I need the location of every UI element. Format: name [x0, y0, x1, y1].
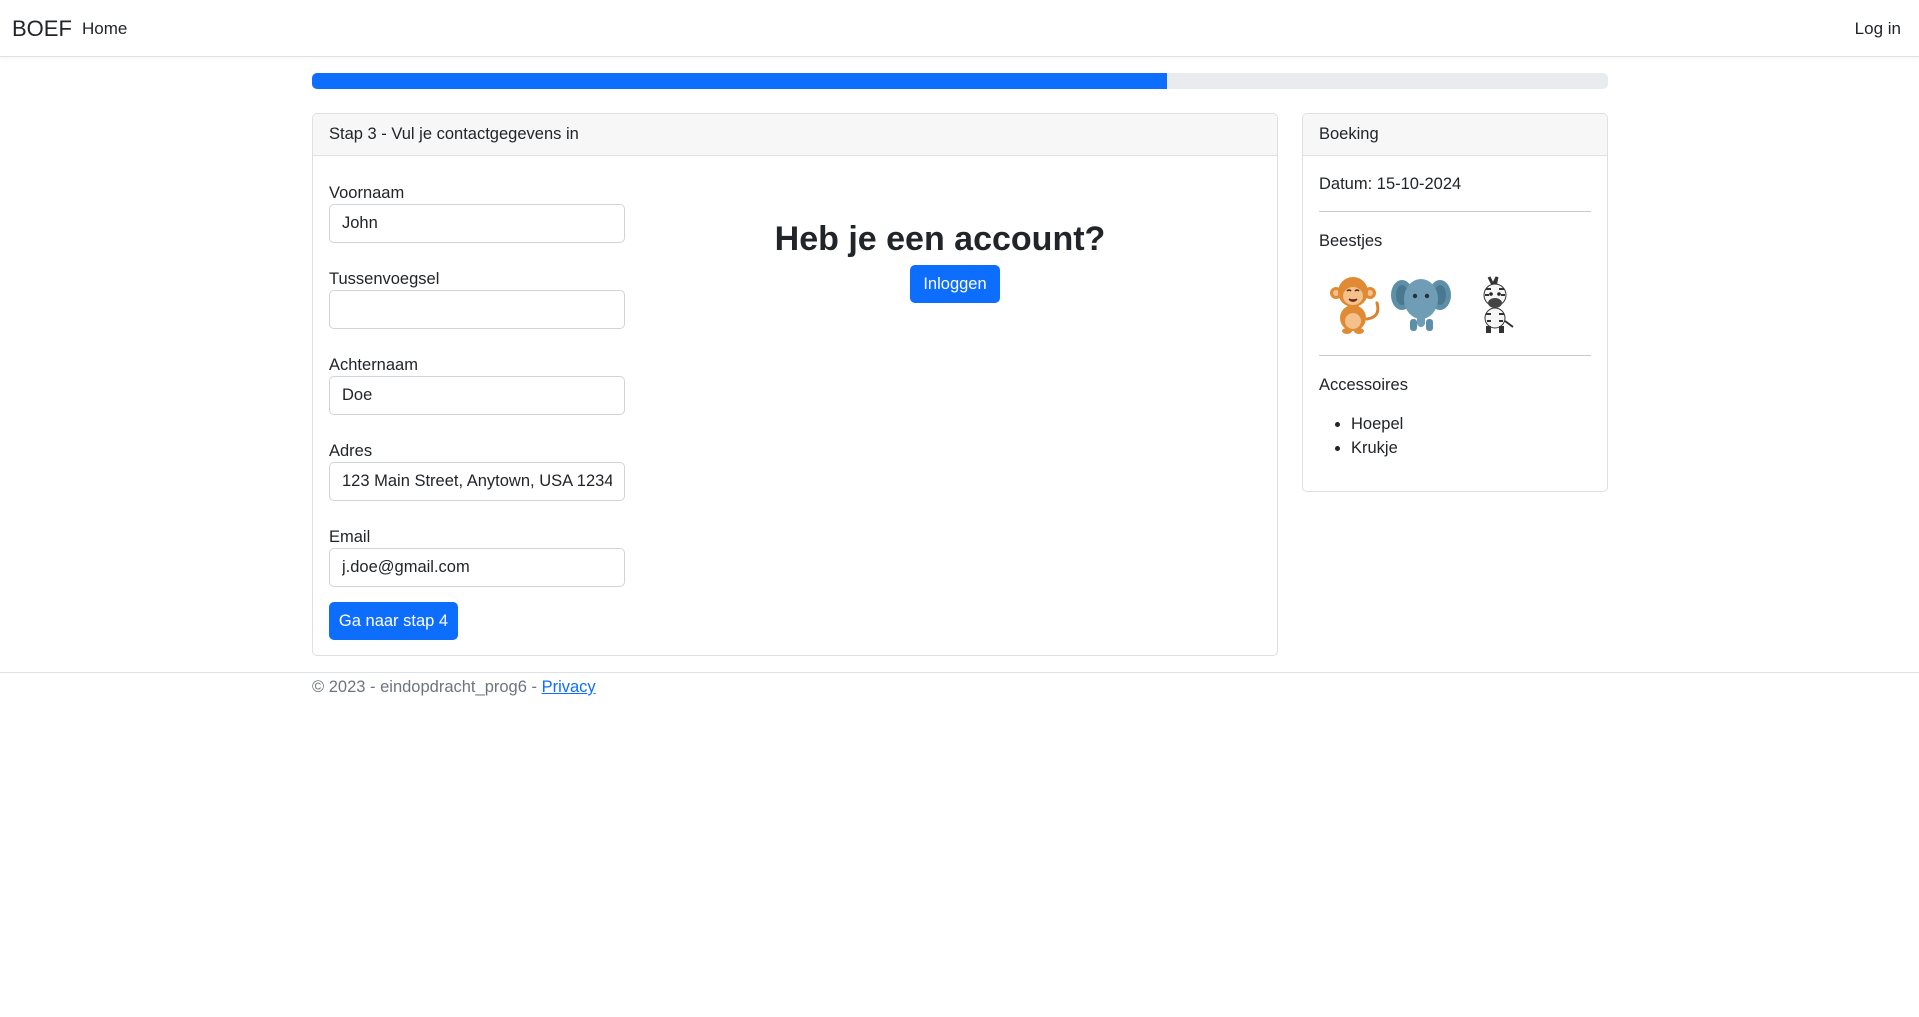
voornaam-input[interactable]: [329, 204, 625, 243]
label-achternaam: Achternaam: [329, 356, 418, 374]
monkey-icon: [1330, 277, 1380, 334]
zebra-icon: [1483, 276, 1514, 333]
list-item: Krukje: [1351, 436, 1403, 460]
tussenvoegsel-input[interactable]: [329, 290, 625, 329]
booking-date: Datum: 15-10-2024: [1319, 175, 1462, 193]
navbar: BOEF Home Log in: [0, 0, 1919, 57]
copyright-text: © 2023 - eindopdracht_prog6 -: [312, 678, 542, 696]
label-email: Email: [329, 528, 371, 546]
label-adres: Adres: [329, 442, 373, 460]
adres-input[interactable]: [329, 462, 625, 501]
account-heading: Heb je een account?: [774, 220, 1106, 258]
booking-card: Boeking Datum: 15-10-2024 Beestjes Acces…: [1302, 113, 1608, 492]
progress-bar-fill: [312, 73, 1168, 89]
accessories-list: Hoepel Krukje: [1351, 412, 1403, 460]
animals-label: Beestjes: [1319, 232, 1383, 250]
accessories-label: Accessoires: [1319, 376, 1408, 394]
footer-text: © 2023 - eindopdracht_prog6 - Privacy: [312, 678, 596, 697]
form-card-header: Stap 3 - Vul je contactgegevens in: [313, 114, 1277, 156]
list-item: Hoepel: [1351, 412, 1403, 436]
elephant-icon: [1391, 279, 1451, 331]
label-voornaam: Voornaam: [329, 184, 405, 202]
booking-card-header: Boeking: [1303, 114, 1607, 156]
footer: © 2023 - eindopdracht_prog6 - Privacy: [0, 672, 1919, 712]
divider: [1319, 355, 1591, 356]
email-input[interactable]: [329, 548, 625, 587]
step-progress: [312, 73, 1608, 89]
contact-form-card: Stap 3 - Vul je contactgegevens in Voorn…: [312, 113, 1278, 656]
nav-home-link[interactable]: Home: [82, 19, 127, 39]
nav-login-link[interactable]: Log in: [1855, 19, 1901, 39]
next-step-button[interactable]: Ga naar stap 4: [329, 602, 458, 640]
inloggen-button[interactable]: Inloggen: [910, 265, 1000, 303]
brand-link[interactable]: BOEF: [12, 16, 72, 42]
achternaam-input[interactable]: [329, 376, 625, 415]
divider: [1319, 211, 1591, 212]
privacy-link[interactable]: Privacy: [542, 678, 596, 696]
label-tussenvoegsel: Tussenvoegsel: [329, 270, 440, 288]
